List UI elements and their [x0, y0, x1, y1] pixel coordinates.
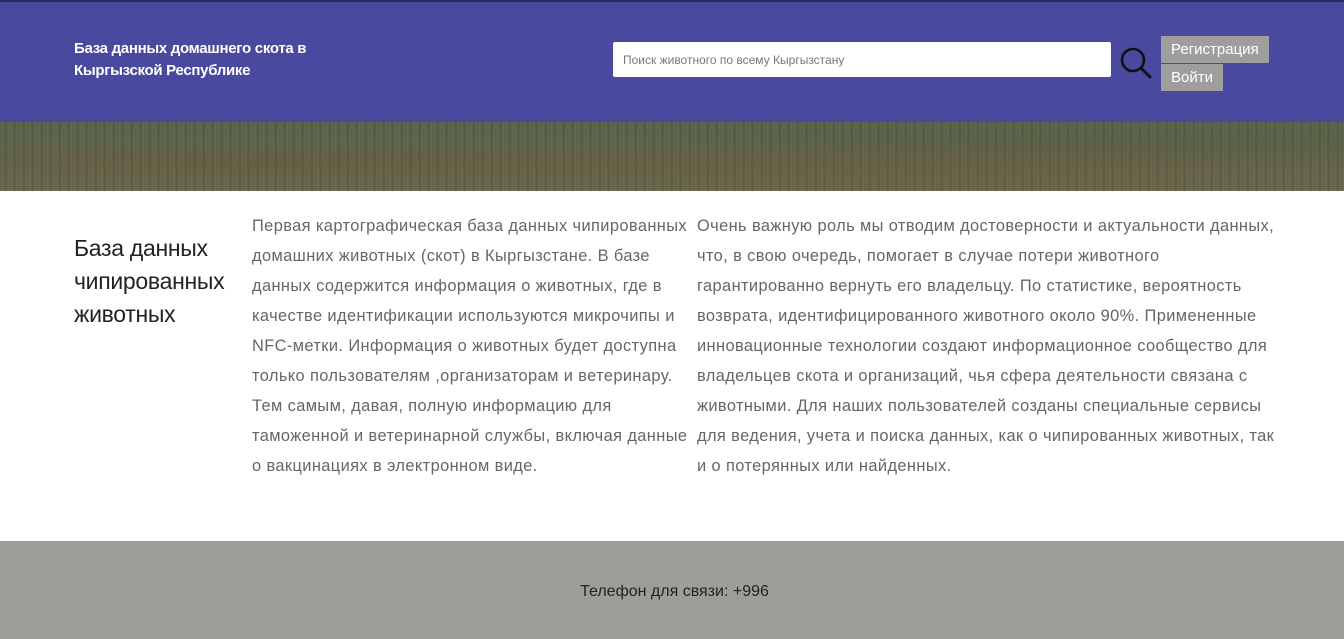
- header: База данных домашнего скота в Кыргызской…: [0, 0, 1344, 122]
- search-input[interactable]: [613, 42, 1111, 77]
- register-button[interactable]: Регистрация: [1161, 36, 1269, 63]
- search-button[interactable]: [1119, 46, 1153, 80]
- content-title: База данных чипированных животных: [74, 235, 225, 327]
- phone-text: Телефон для связи: +996: [580, 583, 769, 600]
- description-column-2: Очень важную роль мы отводим достовернос…: [697, 217, 1275, 475]
- site-title[interactable]: База данных домашнего скота в Кыргызской…: [74, 38, 374, 82]
- hero-image: [0, 122, 1344, 191]
- footer: Телефон для связи: +996: [0, 541, 1344, 639]
- search-icon: [1120, 47, 1152, 79]
- login-button[interactable]: Войти: [1161, 64, 1223, 91]
- description-column-1: Первая картографическая база данных чипи…: [252, 217, 688, 475]
